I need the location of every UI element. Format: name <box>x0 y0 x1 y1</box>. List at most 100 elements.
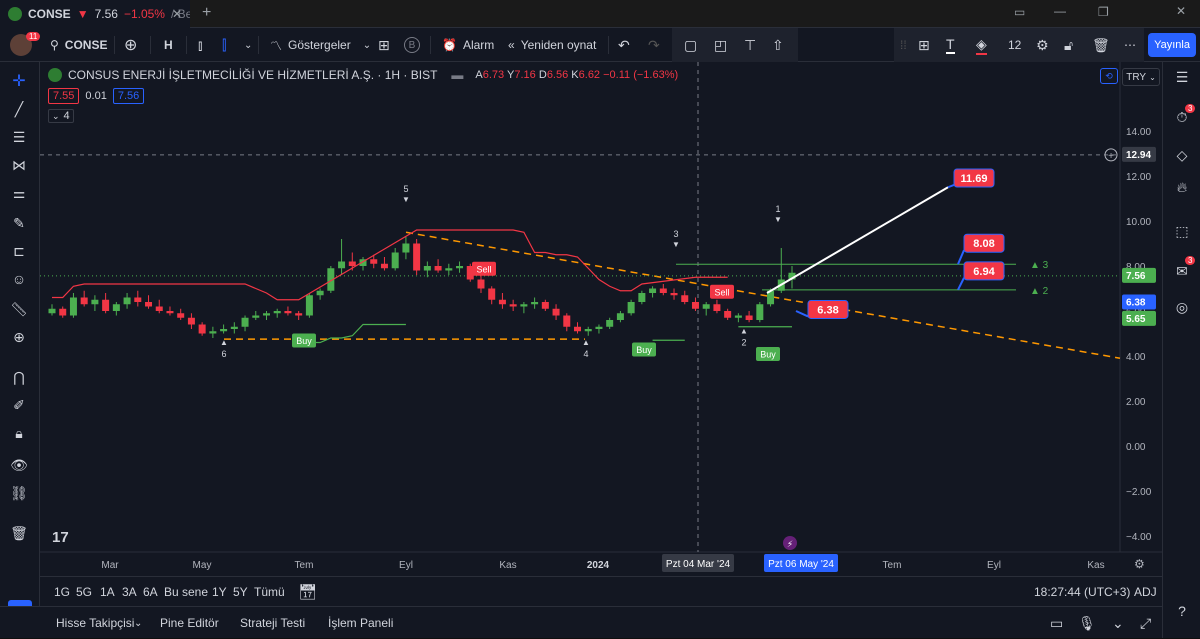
symbol-search[interactable]: ⚲ CONSE <box>50 28 107 62</box>
range-all[interactable]: Tümü <box>254 577 285 607</box>
tab-symbol: CONSE <box>28 7 71 21</box>
chevron-down-icon[interactable]: ⌄ <box>134 607 142 639</box>
range-1m[interactable]: 1A <box>100 577 115 607</box>
signal-icon[interactable]: ◎ <box>1171 296 1193 318</box>
layers-icon[interactable]: ◇ <box>1171 144 1193 166</box>
text-annotation-icon[interactable]: ⊏ <box>8 240 30 262</box>
text-color-icon[interactable]: T <box>946 28 955 62</box>
settings-grid-icon[interactable]: ⊞ <box>918 28 930 62</box>
screen-icon[interactable]: ▭ <box>1014 5 1025 19</box>
maximize-panel-icon[interactable]: ⤢ <box>1140 607 1151 639</box>
arrow-up-icon[interactable]: ⇧ <box>772 28 784 62</box>
publish-button[interactable]: Yayınla <box>1148 33 1196 57</box>
indicators-button[interactable]: 〽 Göstergeler ⌄ <box>270 28 371 62</box>
hotlists-icon[interactable]: 🔥︎ <box>1171 176 1193 198</box>
undo-icon[interactable]: ↶ <box>618 28 630 62</box>
auto-scale-icon[interactable]: ⟲ <box>1100 68 1118 84</box>
stay-drawing-icon[interactable]: ✐ <box>8 394 30 416</box>
candle-style-icon[interactable]: ⫿ <box>222 28 226 62</box>
watchlist-icon[interactable]: ☰ <box>1171 66 1193 88</box>
clock-time[interactable]: 18:27:44 (UTC+3) <box>1034 577 1130 607</box>
candle-body <box>316 290 324 296</box>
remove-drawings-icon[interactable]: 🗑︎ <box>8 522 30 544</box>
zoom-in-icon[interactable]: ⊕ <box>8 326 30 348</box>
range-5y[interactable]: 5Y <box>233 577 248 607</box>
comment-icon[interactable]: ◰ <box>714 28 727 62</box>
eye-icon[interactable]: 👁︎ <box>8 454 30 476</box>
gear-icon[interactable]: ⚙ <box>1036 28 1049 62</box>
signpost-icon[interactable]: ⊤ <box>744 28 756 62</box>
ruler-icon[interactable]: 📏︎ <box>8 298 30 320</box>
bar-style-icon[interactable]: ⫾ <box>198 28 202 62</box>
candle-body <box>177 313 185 318</box>
candle-body <box>734 315 742 318</box>
symbol-logo-icon <box>48 68 62 82</box>
tab-pine-editor[interactable]: Pine Editör <box>160 607 219 639</box>
tab-strategy-tester[interactable]: Strateji Testi <box>240 607 305 639</box>
search-icon: ⚲ <box>50 38 59 52</box>
chevron-down-icon[interactable]: ⌄ <box>244 28 252 62</box>
trash-icon[interactable]: 🗑︎ <box>1092 28 1110 62</box>
fib-lines-icon[interactable]: ☰ <box>8 126 30 148</box>
magnet-icon[interactable]: ⋂ <box>8 366 30 388</box>
range-1y[interactable]: 1Y <box>212 577 227 607</box>
close-label: K <box>571 69 579 81</box>
new-tab-icon[interactable]: + <box>202 4 211 22</box>
more-icon[interactable]: ⋯ <box>1124 28 1136 62</box>
range-1d[interactable]: 1G <box>54 577 70 607</box>
window-close-icon[interactable]: ✕ <box>1176 4 1186 18</box>
restore-icon[interactable]: ❐ <box>1098 5 1109 19</box>
minimize-icon[interactable]: — <box>1054 4 1066 18</box>
alerts-badge: 3 <box>1185 104 1196 113</box>
tab-stock-screener[interactable]: Hisse Takipçisi <box>56 607 134 639</box>
ask-box[interactable]: 7.56 <box>112 88 145 104</box>
user-avatar[interactable]: 11 <box>10 28 41 62</box>
candle-body <box>134 297 142 302</box>
crosshair-icon[interactable]: ✛ <box>8 70 30 92</box>
range-6m[interactable]: 6A <box>143 577 158 607</box>
trend-line-icon[interactable]: ╱ <box>8 98 30 120</box>
prediction-icon[interactable]: ⚌ <box>8 182 30 204</box>
compare-add-icon[interactable]: ⊕ <box>124 28 137 62</box>
adj-toggle[interactable]: ADJ <box>1134 577 1157 607</box>
high-value: 7.16 <box>514 69 536 81</box>
microphone-icon[interactable]: 🎙︎ <box>1078 607 1096 639</box>
ideas-icon[interactable]: ⬚ <box>1171 220 1193 242</box>
candle-body <box>552 308 560 316</box>
company-name[interactable]: CONSUS ENERJİ İŞLETMECİLİĞİ VE HİZMETLER… <box>68 68 437 82</box>
drag-handle-icon[interactable]: ⁞⁞ <box>900 28 907 62</box>
lock-drawings-icon[interactable]: 🔒︎ <box>8 422 30 444</box>
signal-label: Buy <box>296 336 312 346</box>
chart-pane[interactable]: 14.0012.0010.008.006.004.002.000.00−2.00… <box>40 62 1162 576</box>
price-chart[interactable]: 14.0012.0010.008.006.004.002.000.00−2.00… <box>40 62 1162 576</box>
lock-icon[interactable]: 🔓︎ <box>1064 28 1073 62</box>
candle-body <box>498 299 506 305</box>
lightning-icon: ⚡ <box>787 539 793 549</box>
minimize-panel-icon[interactable]: ⌄ <box>1112 607 1124 639</box>
emoji-icon[interactable]: ☺ <box>8 268 30 290</box>
redo-icon[interactable]: ↷ <box>648 28 660 62</box>
x-tick-label: 2024 <box>587 560 610 571</box>
range-ytd[interactable]: Bu sene <box>164 577 208 607</box>
calendar-icon[interactable]: 📅︎ <box>298 577 317 607</box>
templates-icon[interactable]: ⊞ <box>378 28 390 62</box>
currency-select[interactable]: TRY ⌄ <box>1122 68 1160 86</box>
pattern-icon[interactable]: ⋈ <box>8 154 30 176</box>
brush-icon[interactable]: ✎ <box>8 212 30 234</box>
fill-color-icon[interactable]: ◈ <box>976 28 987 62</box>
font-size-value[interactable]: 12 <box>1008 28 1021 62</box>
replay-button[interactable]: « Yeniden oynat <box>508 28 596 62</box>
bid-box[interactable]: 7.55 <box>48 88 80 104</box>
tab-trading-panel[interactable]: İşlem Paneli <box>328 607 393 639</box>
interval-button[interactable]: H <box>164 28 173 62</box>
range-5d[interactable]: 5G <box>76 577 92 607</box>
chat-icon[interactable]: ▭ <box>1050 607 1063 639</box>
link-icon[interactable]: ⛓︎ <box>8 482 30 504</box>
range-3m[interactable]: 3A <box>122 577 137 607</box>
browser-tab[interactable]: CONSE ▼ 7.56 −1.05% / Beti ✕ <box>0 0 190 28</box>
tab-close-icon[interactable]: ✕ <box>172 7 182 21</box>
alert-button[interactable]: ⏰ Alarm <box>442 28 494 62</box>
callout-icon[interactable]: ▢ <box>684 28 697 62</box>
indicators-collapse[interactable]: ⌄ 4 <box>48 109 74 123</box>
help-icon[interactable]: ? <box>1171 600 1193 622</box>
